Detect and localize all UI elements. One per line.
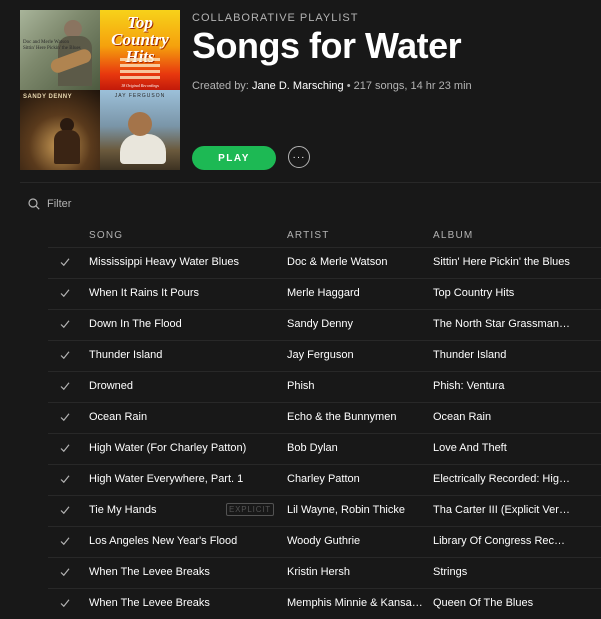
track-row[interactable]: Los Angeles New Year's Flood Woody Guthri… — [0, 526, 601, 557]
play-button[interactable]: PLAY — [192, 146, 276, 170]
track-album-link[interactable]: Electrically Recorded: High Water Everyw… — [433, 473, 571, 485]
cover-figure-body — [54, 130, 80, 164]
track-artist-link[interactable]: Echo & the Bunnymen — [287, 411, 423, 423]
track-title: Mississippi Heavy Water Blues — [89, 256, 239, 268]
checkmark-icon[interactable] — [59, 504, 71, 516]
checkmark-icon[interactable] — [59, 473, 71, 485]
ellipsis-icon: ··· — [292, 151, 306, 163]
checkmark-icon[interactable] — [59, 380, 71, 392]
column-header-album[interactable]: ALBUM — [433, 230, 473, 241]
checkmark-icon[interactable] — [59, 349, 71, 361]
cover-image-sandy-denny: SANDY DENNY — [20, 90, 100, 170]
track-artist-link[interactable]: Kristin Hersh — [287, 566, 423, 578]
track-row[interactable]: When The Levee Breaks Kristin Hersh String… — [0, 557, 601, 588]
playlist-type-label: COLLABORATIVE PLAYLIST — [192, 12, 359, 24]
cover-tracklist — [120, 58, 160, 82]
search-icon — [28, 198, 40, 210]
track-artist-link[interactable]: Woody Guthrie — [287, 535, 423, 547]
track-artist-link[interactable]: Phish — [287, 380, 423, 392]
track-album-link[interactable]: The North Star Grassman And The Ravens — [433, 318, 571, 330]
track-title: When The Levee Breaks — [89, 597, 210, 609]
track-album-link[interactable]: Phish: Ventura — [433, 380, 571, 392]
track-album-link[interactable]: Strings — [433, 566, 571, 578]
track-artist-link[interactable]: Charley Patton — [287, 473, 423, 485]
track-artist-link[interactable]: Sandy Denny — [287, 318, 423, 330]
filter-bar[interactable] — [28, 196, 228, 212]
checkmark-icon[interactable] — [59, 411, 71, 423]
track-title: Los Angeles New Year's Flood — [89, 535, 238, 547]
cover-image-doc-merle-watson: Doc and Merle Watson Sittin' Here Pickin… — [20, 10, 100, 90]
track-title: Down In The Flood — [89, 318, 182, 330]
playlist-stats: • 217 songs, 14 hr 23 min — [343, 80, 472, 92]
track-row[interactable]: Thunder Island Jay Ferguson Thunder Island — [0, 340, 601, 371]
track-album-link[interactable]: Ocean Rain — [433, 411, 571, 423]
track-artist-link[interactable]: Memphis Minnie & Kansas Joe McCoy — [287, 597, 423, 609]
track-artist-link[interactable]: Lil Wayne, Robin Thicke — [287, 504, 423, 516]
track-artist-link[interactable]: Jay Ferguson — [287, 349, 423, 361]
cover-figure — [128, 112, 152, 136]
track-row[interactable]: Tie My Hands EXPLICIT Lil Wayne, Robin Thi… — [0, 495, 601, 526]
created-by-label: Created by: — [192, 80, 249, 92]
track-row[interactable]: Mississippi Heavy Water Blues Doc & Merle… — [0, 247, 601, 278]
checkmark-icon[interactable] — [59, 566, 71, 578]
checkmark-icon[interactable] — [59, 597, 71, 609]
track-list: Mississippi Heavy Water Blues Doc & Merle… — [0, 247, 601, 619]
track-row[interactable]: High Water Everywhere, Part. 1 Charley Pa… — [0, 464, 601, 495]
track-album-link[interactable]: Sittin' Here Pickin' the Blues — [433, 256, 571, 268]
cover-image-jay-ferguson: JAY FERGUSON — [100, 90, 180, 170]
track-row[interactable]: When It Rains It Pours Merle Haggard Top C… — [0, 278, 601, 309]
track-title: Ocean Rain — [89, 411, 148, 423]
cover-text: SANDY DENNY — [23, 94, 73, 100]
checkmark-icon[interactable] — [59, 442, 71, 454]
playlist-header: Doc and Merle Watson Sittin' Here Pickin… — [0, 0, 601, 182]
track-row[interactable]: Down In The Flood Sandy Denny The North St… — [0, 309, 601, 340]
track-title: When The Levee Breaks — [89, 566, 210, 578]
track-album-link[interactable]: Queen Of The Blues — [433, 597, 571, 609]
track-row[interactable]: When The Levee Breaks Memphis Minnie & Ka… — [0, 588, 601, 619]
filter-input[interactable] — [47, 198, 207, 210]
track-album-link[interactable]: Tha Carter III (Explicit Version) — [433, 504, 571, 516]
track-album-link[interactable]: Top Country Hits — [433, 287, 571, 299]
track-title: Tie My Hands — [89, 504, 157, 516]
playlist-cover-mosaic: Doc and Merle Watson Sittin' Here Pickin… — [20, 10, 180, 170]
checkmark-icon[interactable] — [59, 318, 71, 330]
track-album-link[interactable]: Thunder Island — [433, 349, 571, 361]
creator-link[interactable]: Jane D. Marsching — [252, 80, 344, 92]
header-divider — [20, 182, 601, 183]
explicit-badge: EXPLICIT — [226, 503, 274, 516]
more-options-button[interactable]: ··· — [288, 146, 310, 168]
track-table-header: SONG ARTIST ALBUM — [0, 230, 601, 248]
checkmark-icon[interactable] — [59, 287, 71, 299]
track-artist-link[interactable]: Bob Dylan — [287, 442, 423, 454]
track-album-link[interactable]: Library Of Congress Recordings — [433, 535, 571, 547]
cover-footer: 18 Original Recordings — [121, 83, 159, 88]
track-title: When It Rains It Pours — [89, 287, 200, 299]
track-title: High Water Everywhere, Part. 1 — [89, 473, 244, 485]
track-row[interactable]: Ocean Rain Echo & the Bunnymen Ocean Rain — [0, 402, 601, 433]
checkmark-icon[interactable] — [59, 256, 71, 268]
cover-image-top-country-hits: Top Country Hits 18 Original Recordings — [100, 10, 180, 90]
playlist-title: Songs for Water — [192, 25, 462, 66]
track-artist-link[interactable]: Doc & Merle Watson — [287, 256, 423, 268]
cover-figure-body — [120, 134, 166, 164]
cover-text: JAY FERGUSON — [114, 93, 166, 99]
track-row[interactable]: Drowned Phish Phish: Ventura — [0, 371, 601, 402]
cover-text: Doc and Merle Watson Sittin' Here Pickin… — [23, 40, 81, 51]
track-title: Thunder Island — [89, 349, 163, 361]
column-header-artist[interactable]: ARTIST — [287, 230, 330, 241]
track-title: High Water (For Charley Patton) — [89, 442, 247, 454]
checkmark-icon[interactable] — [59, 535, 71, 547]
track-album-link[interactable]: Love And Theft — [433, 442, 571, 454]
track-artist-link[interactable]: Merle Haggard — [287, 287, 423, 299]
track-row[interactable]: High Water (For Charley Patton) Bob Dylan… — [0, 433, 601, 464]
track-title: Drowned — [89, 380, 134, 392]
column-header-song[interactable]: SONG — [89, 230, 123, 241]
playlist-meta: Created by: Jane D. Marsching • 217 song… — [192, 80, 472, 92]
